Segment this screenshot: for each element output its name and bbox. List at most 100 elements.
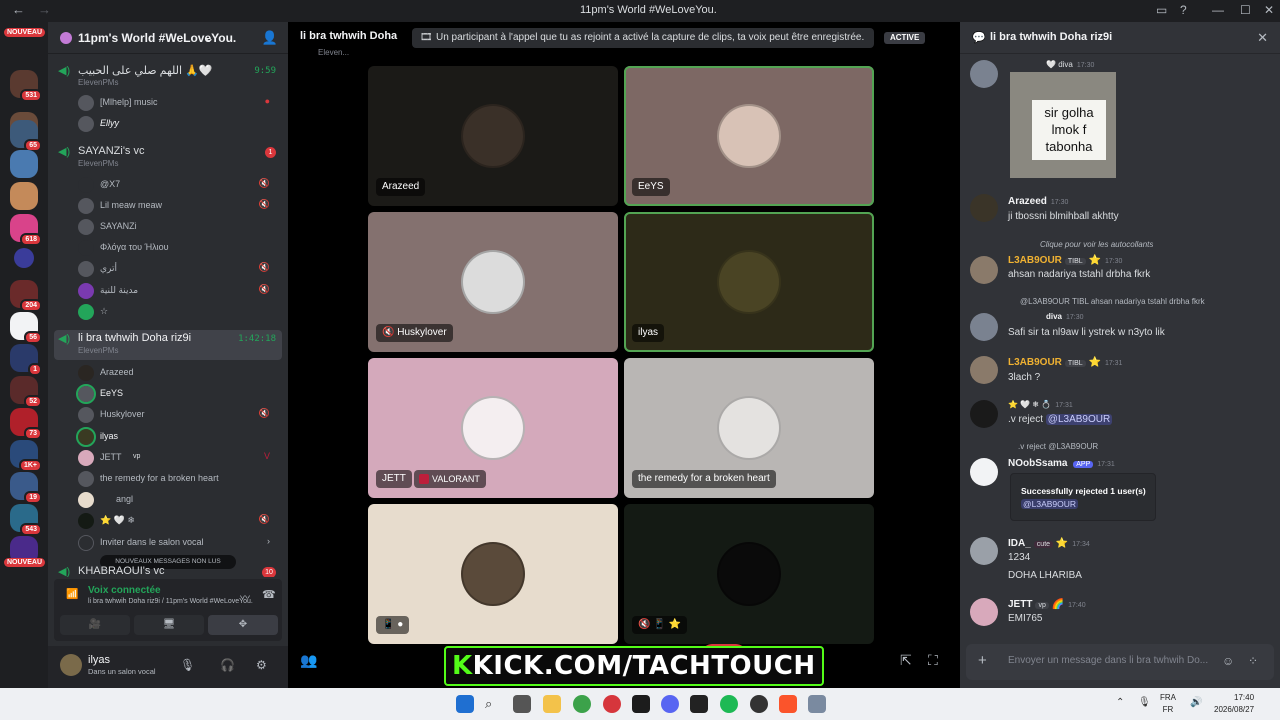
message-author[interactable]: Arazeed 17:30 [1008, 196, 1068, 207]
chrome-icon[interactable] [573, 695, 591, 713]
forward-arrow-icon[interactable]: → [38, 2, 51, 17]
app-icon[interactable] [750, 695, 768, 713]
participant-tile[interactable]: the remedy for a broken heart [624, 358, 874, 498]
participant-tile-speaking[interactable]: ilyas [624, 212, 874, 352]
close-icon[interactable]: ✕ [1257, 30, 1268, 46]
server-icon[interactable]: 204 [10, 280, 42, 312]
message-author[interactable]: L3AB9OUR TIBL ⭐ 17:30 [1008, 255, 1122, 266]
server-icon[interactable] [10, 182, 38, 210]
voice-location[interactable]: li bra twhwih Doha riz9i / 11pm's World … [88, 598, 253, 605]
message-author[interactable]: IDA_ cute ⭐ 17:34 [1008, 538, 1090, 549]
folder-icon[interactable] [14, 248, 34, 268]
voice-user[interactable]: JETT vp V [78, 449, 278, 467]
avatar[interactable] [970, 458, 998, 486]
noise-suppression-icon[interactable]: 〰 [240, 589, 250, 604]
voice-user[interactable]: ☆ [78, 303, 278, 321]
avatar[interactable] [970, 256, 998, 284]
image-attachment[interactable]: sir golha lmok f tabonha [1010, 72, 1116, 178]
avatar[interactable] [970, 194, 998, 222]
app-icon[interactable] [690, 695, 708, 713]
volume-icon[interactable]: 🔊 [1190, 697, 1202, 708]
server-icon[interactable]: 56 [10, 312, 42, 344]
activity-badge[interactable]: VALORANT [414, 470, 486, 488]
server-icon[interactable]: 543 [10, 504, 42, 536]
close-window-button[interactable]: ✕ [1264, 3, 1274, 17]
avatar[interactable] [970, 356, 998, 384]
voice-user[interactable]: Huskylover 🔇 [78, 406, 278, 424]
spotify-icon[interactable] [720, 695, 738, 713]
language-indicator[interactable]: FRA FR [1160, 692, 1176, 716]
voice-user[interactable]: [Mlhelp] music ● [78, 94, 278, 112]
avatar[interactable] [970, 313, 998, 341]
avatar[interactable] [970, 60, 998, 88]
brave-icon[interactable] [779, 695, 797, 713]
search-icon[interactable]: ⌕ [485, 695, 503, 713]
user-mention[interactable]: @L3AB9OUR [1045, 414, 1113, 425]
avatar[interactable] [60, 654, 82, 676]
activity-button[interactable]: ✥ [208, 615, 278, 635]
participant-tile[interactable]: Arazeed [368, 66, 618, 206]
message-author[interactable]: L3AB9OUR TIBL ⭐ 17:31 [1008, 357, 1122, 368]
avatar[interactable] [970, 400, 998, 428]
participant-tile[interactable]: 🔇 📱 ⭐ [624, 504, 874, 644]
app-icon[interactable] [632, 695, 650, 713]
voice-user[interactable]: مدينة للنية 🔇 [78, 282, 278, 300]
voice-user[interactable]: angl [78, 491, 278, 509]
voice-channel[interactable]: ◀) اللهم صلي على الحبيب 🙏🤍 ElevenPMs 9:5… [54, 62, 282, 92]
invite-icon[interactable]: 👥 [300, 652, 317, 669]
settings-app-icon[interactable] [808, 695, 826, 713]
voice-user[interactable]: SAYANZi [78, 218, 278, 236]
avatar[interactable] [970, 598, 998, 626]
voice-user[interactable]: EeYS [76, 384, 278, 404]
inbox-icon[interactable]: ▭ [1156, 3, 1167, 17]
microphone-icon[interactable]: 🎙 [180, 658, 195, 672]
message-input[interactable]: + Envoyer un message dans li bra twhwih … [966, 644, 1274, 680]
voice-channel[interactable]: ◀) KHABRAOUI's vc 10 [54, 563, 282, 577]
chevron-up-icon[interactable]: ⌃ [1116, 697, 1124, 708]
user-mention[interactable]: @L3AB9OUR [1021, 499, 1079, 509]
add-member-icon[interactable]: 👤 [262, 30, 278, 46]
microphone-icon[interactable]: 🎙 [1138, 697, 1151, 708]
plus-icon[interactable]: + [978, 652, 987, 669]
message-author[interactable]: JETT vp 🌈 17:40 [1008, 599, 1086, 610]
voice-user[interactable]: Ellyy [78, 115, 278, 133]
participant-tile[interactable]: JETT VALORANT [368, 358, 618, 498]
participant-tile[interactable]: 🔇 Huskylover [368, 212, 618, 352]
reply-preview[interactable]: Clique pour voir les autocollants [1040, 240, 1153, 249]
reply-preview[interactable]: .v reject @L3AB9OUR [1018, 442, 1098, 451]
discord-icon[interactable] [661, 695, 679, 713]
screen-share-button[interactable]: 🖥 [134, 615, 204, 635]
message-author[interactable]: NOobSsama APP 17:31 [1008, 458, 1115, 469]
reply-preview[interactable]: @L3AB9OUR TIBL ahsan nadariya tstahl drb… [1020, 297, 1205, 306]
voice-user[interactable]: @X7 🔇 [78, 176, 278, 194]
voice-user[interactable]: ilyas [76, 427, 278, 447]
voice-user[interactable]: Lil meaw meaw 🔇 [78, 197, 278, 215]
server-icon[interactable]: 52 [10, 376, 42, 408]
clock[interactable]: 17:40 2026/08/27 [1214, 692, 1254, 716]
server-icon[interactable]: 531 [10, 70, 42, 102]
voice-user[interactable]: the remedy for a broken heart [78, 470, 278, 488]
server-icon[interactable]: 1K+ [10, 440, 42, 472]
disconnect-icon[interactable]: ☎ [262, 588, 276, 601]
message-author[interactable]: 🤍 diva 17:30 [1046, 60, 1094, 69]
voice-channel-selected[interactable]: ◀) li bra twhwih Doha riz9i ElevenPMs 1:… [54, 330, 282, 360]
guild-header[interactable]: 11pm's World #WeLoveYou. ⌄ 👤 [48, 22, 288, 54]
camera-button[interactable]: 🎥 [60, 615, 130, 635]
apps-icon[interactable]: ⁘ [1248, 654, 1258, 668]
server-icon[interactable]: 618 [10, 214, 42, 246]
emoji-icon[interactable]: ☺ [1222, 654, 1234, 668]
voice-user[interactable]: Arazeed [78, 364, 278, 382]
app-icon[interactable] [603, 695, 621, 713]
popout-icon[interactable]: ⇱ [900, 652, 912, 669]
participant-tile-speaking[interactable]: EeYS [624, 66, 874, 206]
start-windows-icon[interactable] [456, 695, 474, 713]
voice-user[interactable]: ⭐ 🤍 ❄ 🔇 [78, 512, 278, 530]
message-author[interactable]: ⭐ 🤍 ❄ 💍 17:31 [1008, 400, 1073, 409]
voice-user[interactable]: Φλόγα του Ήλιου [78, 239, 278, 257]
server-icon[interactable]: 73 [10, 408, 42, 440]
server-icon[interactable]: 1 [10, 344, 42, 376]
task-view-icon[interactable] [513, 695, 531, 713]
fullscreen-icon[interactable]: ⛶ [928, 652, 938, 669]
voice-user[interactable]: أتري 🔇 [78, 260, 278, 278]
settings-gear-icon[interactable]: ⚙ [256, 658, 267, 672]
